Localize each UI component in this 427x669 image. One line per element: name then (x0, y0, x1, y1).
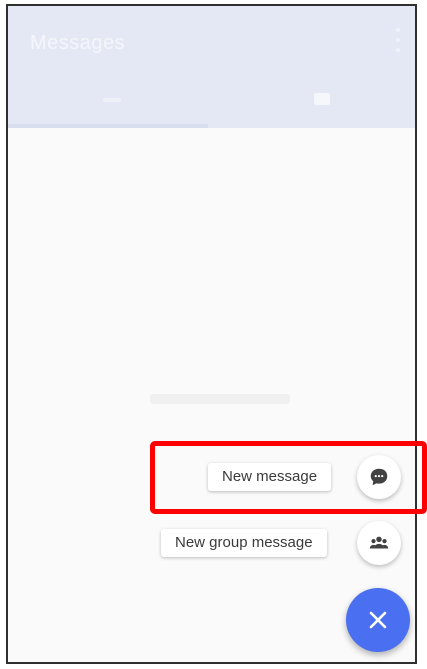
close-icon (369, 611, 387, 629)
group-icon (369, 536, 389, 549)
new-group-message-button[interactable] (357, 521, 401, 565)
phone-screen: Messages (6, 4, 417, 664)
app-bar: Messages (8, 6, 415, 128)
highlight-box (150, 441, 427, 514)
tab-indicator (8, 124, 208, 128)
close-fab-button[interactable] (346, 588, 410, 652)
new-group-message-label[interactable]: New group message (161, 529, 327, 557)
tab-label[interactable] (103, 98, 121, 102)
more-options-icon[interactable] (395, 28, 401, 52)
empty-state-text (150, 394, 290, 404)
tab-icon[interactable] (314, 93, 330, 105)
app-bar-title: Messages (30, 32, 126, 54)
